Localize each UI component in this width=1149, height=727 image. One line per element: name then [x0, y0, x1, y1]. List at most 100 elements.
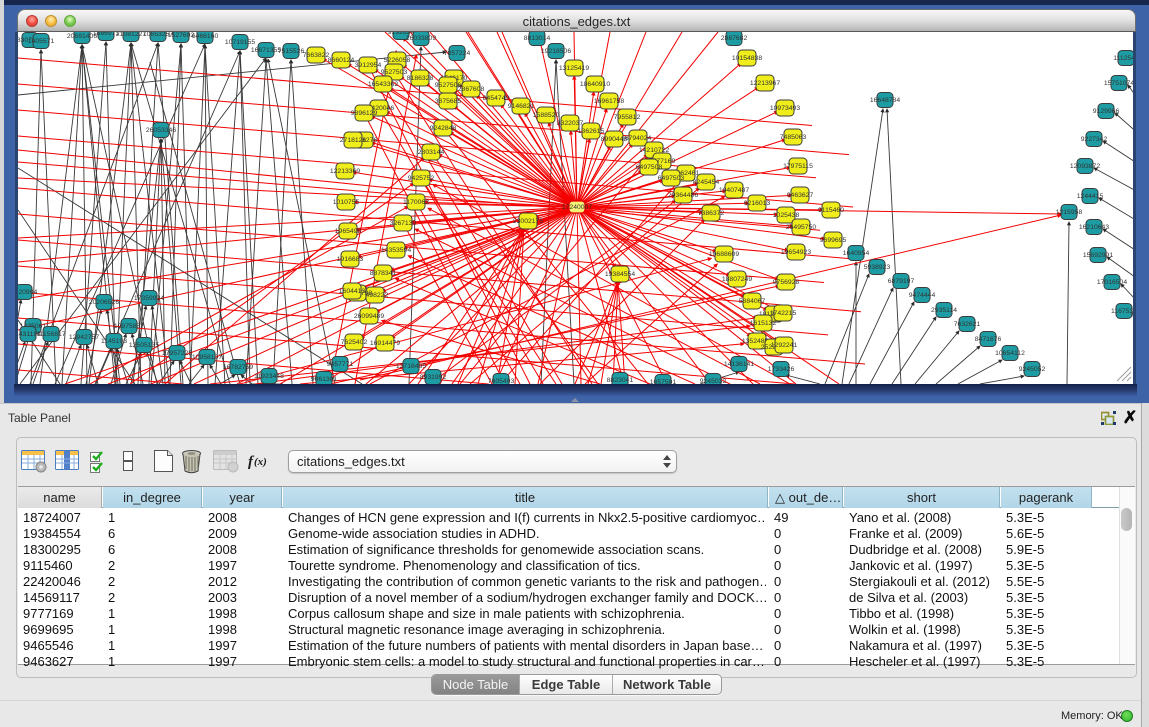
svg-text:16210643: 16210643: [1079, 224, 1109, 231]
svg-text:6794024: 6794024: [625, 135, 652, 142]
svg-text:7663822: 7663822: [303, 52, 330, 59]
svg-text:10975887: 10975887: [114, 323, 144, 330]
svg-text:1965498: 1965498: [335, 228, 362, 235]
svg-text:1742215: 1742215: [770, 310, 797, 317]
svg-text:19384554: 19384554: [605, 271, 635, 278]
svg-text:1405571: 1405571: [28, 38, 55, 45]
svg-text:8990448: 8990448: [601, 136, 628, 143]
svg-text:9129966: 9129966: [1093, 108, 1120, 115]
svg-text:2887682: 2887682: [721, 35, 748, 42]
svg-text:1527602: 1527602: [168, 32, 195, 39]
svg-text:9242848: 9242848: [430, 125, 457, 132]
svg-text:12093872: 12093872: [1070, 163, 1100, 170]
svg-text:10958107: 10958107: [192, 354, 222, 361]
svg-text:1640954: 1640954: [843, 250, 870, 257]
svg-text:21081227: 21081227: [116, 32, 146, 38]
svg-text:9227342: 9227342: [1081, 136, 1108, 143]
svg-text:6497503: 6497503: [658, 175, 685, 182]
svg-text:10154838: 10154838: [732, 55, 762, 62]
svg-text:16914479: 16914479: [370, 340, 400, 347]
svg-text:1025438: 1025438: [773, 212, 800, 219]
svg-text:10973493: 10973493: [770, 105, 800, 112]
svg-text:20206526: 20206526: [89, 299, 119, 306]
svg-text:2120984: 2120984: [18, 289, 37, 296]
svg-text:12505135: 12505135: [129, 342, 159, 349]
svg-text:7485063: 7485063: [780, 134, 807, 141]
svg-text:13716485: 13716485: [396, 363, 426, 370]
svg-text:17016504: 17016504: [1097, 279, 1127, 286]
svg-text:17957225: 17957225: [162, 350, 192, 357]
svg-text:9146821: 9146821: [508, 103, 535, 110]
svg-text:1167534: 1167534: [1111, 308, 1133, 315]
svg-text:7625402: 7625402: [341, 339, 368, 346]
svg-text:1615132: 1615132: [750, 320, 777, 327]
svg-text:8660124: 8660124: [328, 57, 355, 64]
svg-text:9699695: 9699695: [820, 237, 847, 244]
svg-text:9115460: 9115460: [818, 207, 844, 214]
svg-text:6497508: 6497508: [636, 164, 663, 171]
svg-text:3267130: 3267130: [390, 220, 417, 227]
svg-text:6879197: 6879197: [888, 278, 915, 285]
svg-text:16961758: 16961758: [594, 98, 624, 105]
svg-text:14353594: 14353594: [381, 247, 411, 254]
svg-text:1588520: 1588520: [533, 112, 560, 119]
svg-text:26053346: 26053346: [146, 127, 176, 134]
svg-text:11923448: 11923448: [254, 373, 284, 380]
svg-text:8471676: 8471676: [975, 336, 1002, 343]
svg-text:1112543: 1112543: [1113, 55, 1133, 62]
svg-text:2935114: 2935114: [931, 307, 957, 314]
svg-text:6216013: 6216013: [744, 200, 771, 207]
svg-text:1292241: 1292241: [771, 342, 798, 349]
svg-text:16671355: 16671355: [251, 47, 281, 54]
svg-text:1244415: 1244415: [1077, 193, 1104, 200]
svg-text:9474444: 9474444: [909, 292, 936, 299]
svg-text:3875685: 3875685: [435, 98, 462, 105]
svg-text:10688609: 10688609: [709, 251, 739, 258]
svg-text:7632621: 7632621: [954, 321, 981, 328]
svg-text:10407487: 10407487: [719, 187, 749, 194]
svg-text:19218506: 19218506: [541, 48, 571, 55]
svg-text:19654923: 19654923: [781, 249, 811, 256]
svg-text:1916683: 1916683: [337, 256, 364, 263]
svg-text:5226058: 5226058: [384, 57, 411, 64]
svg-text:7955812: 7955812: [614, 114, 641, 121]
svg-text:9527503: 9527503: [381, 69, 408, 76]
svg-text:8878341: 8878341: [370, 270, 397, 277]
svg-text:5884067: 5884067: [739, 298, 766, 305]
svg-text:1604413: 1604413: [339, 288, 366, 295]
svg-text:18807249: 18807249: [722, 276, 752, 283]
svg-text:1170063: 1170063: [403, 199, 429, 206]
svg-text:6466160: 6466160: [192, 33, 219, 40]
svg-text:12213967: 12213967: [750, 80, 780, 87]
svg-text:2867608: 2867608: [458, 86, 485, 93]
svg-text:10654112: 10654112: [995, 350, 1025, 357]
svg-text:3912954: 3912954: [355, 62, 382, 69]
svg-text:8454749: 8454749: [483, 95, 510, 102]
svg-text:16033809: 16033809: [406, 35, 436, 42]
svg-text:13125419: 13125419: [559, 65, 589, 72]
svg-text:8245454: 8245454: [693, 179, 720, 186]
svg-text:11156817: 11156817: [36, 331, 65, 338]
svg-text:7386372: 7386372: [698, 210, 725, 217]
svg-text:12942757: 12942757: [69, 334, 99, 341]
svg-text:8931992: 8931992: [420, 374, 447, 381]
svg-text:15751074: 15751074: [1104, 80, 1133, 87]
svg-text:8322037: 8322037: [557, 120, 584, 127]
svg-text:26099489: 26099489: [354, 313, 384, 320]
svg-text:2803144: 2803144: [418, 149, 445, 156]
svg-text:7857224: 7857224: [444, 50, 471, 57]
svg-text:1145193: 1145193: [101, 338, 127, 345]
svg-text:2718126: 2718126: [340, 137, 367, 144]
svg-text:23002175: 23002175: [513, 218, 543, 225]
svg-text:10719155: 10719155: [225, 39, 255, 46]
svg-text:5938923: 5938923: [864, 264, 891, 271]
svg-text:9061301: 9061301: [311, 376, 338, 383]
svg-text:16543362: 16543362: [368, 81, 398, 88]
svg-text:17359924: 17359924: [134, 295, 164, 302]
svg-text:7515526: 7515526: [278, 48, 305, 55]
svg-text:9463627: 9463627: [787, 192, 814, 199]
svg-text:12213369: 12213369: [330, 168, 360, 175]
svg-text:9425752: 9425752: [408, 175, 435, 182]
svg-text:9457771: 9457771: [327, 361, 354, 368]
svg-text:16648784: 16648784: [870, 97, 900, 104]
